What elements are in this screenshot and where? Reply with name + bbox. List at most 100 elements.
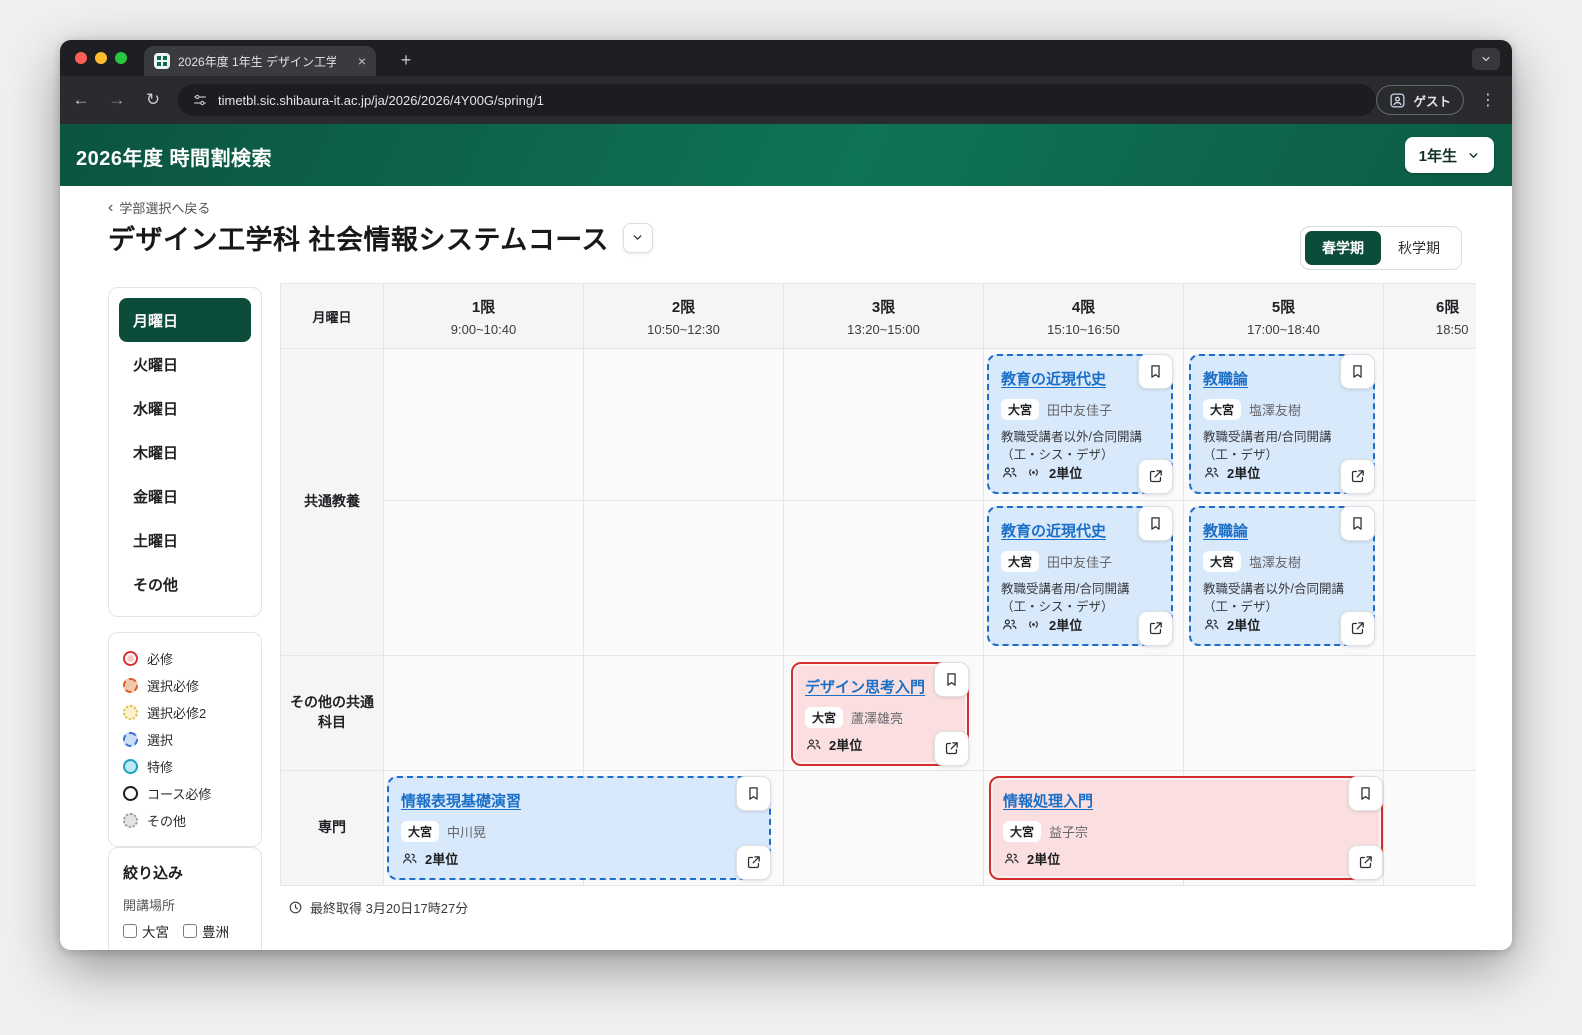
units-label: 2単位 [829,738,863,753]
tab-search-button[interactable] [1472,48,1500,70]
course-card[interactable]: デザイン思考入門 大宮 蘆澤雄亮 2単位 [791,662,969,766]
course-link[interactable]: 情報処理入門 [1003,790,1369,811]
course-card[interactable]: 情報表現基礎演習 大宮 中川晃 2単位 [387,776,771,880]
group-icon [1003,467,1017,478]
bookmark-icon [749,787,758,800]
url-text[interactable]: timetbl.sic.shibaura-it.ac.jp/ja/2026/20… [218,93,544,108]
new-tab-button[interactable]: + [392,46,420,74]
row-label-common: 共通教養 [281,349,384,656]
back-to-faculty-link[interactable]: ‹ 学部選択へ戻る [108,198,210,217]
course-card[interactable]: 教育の近現代史 大宮 田中友佳子 教職受講者用/合同開講 （工・シス・デザ） 2… [987,506,1173,646]
course-select-button[interactable] [622,222,653,253]
legend-label: その他 [147,814,187,829]
units-label: 2単位 [425,852,459,867]
legend-label: 必修 [147,652,174,667]
course-link[interactable]: 教職論 [1203,368,1361,389]
legend-special-icon [123,759,138,774]
bookmark-button[interactable] [1138,506,1173,541]
tab-fall-semester[interactable]: 秋学期 [1381,231,1457,265]
guest-avatar-icon [1390,92,1405,108]
external-link-button[interactable] [1348,845,1383,880]
group-icon [1005,853,1019,864]
maximize-window-button[interactable] [115,52,127,64]
timetable-cell [384,501,584,656]
course-card[interactable]: 情報処理入門 大宮 益子宗 2単位 [989,776,1383,880]
external-link-button[interactable] [1340,611,1375,646]
campus-badge: 大宮 [1001,399,1040,420]
course-note: 教職受講者用/合同開講 [1203,430,1332,444]
browser-menu-icon[interactable]: ⋮ [1480,85,1496,115]
reload-icon[interactable]: ↻ [138,85,168,115]
campus-badge: 大宮 [401,821,440,842]
timetable-cell [784,771,984,886]
course-link[interactable]: 教職論 [1203,520,1361,541]
minimize-window-button[interactable] [95,52,107,64]
course-note: （工・デザ） [1203,599,1279,614]
sidebar-item-thursday[interactable]: 木曜日 [119,430,251,474]
campus-badge: 大宮 [1001,551,1040,572]
course-link[interactable]: 教育の近現代史 [1001,520,1159,541]
bookmark-button[interactable] [1340,354,1375,389]
url-bar[interactable]: timetbl.sic.shibaura-it.ac.jp/ja/2026/20… [178,84,1376,116]
forward-icon[interactable]: → [102,85,132,115]
course-card[interactable]: 教育の近現代史 大宮 田中友佳子 教職受講者以外/合同開講 （工・シス・デザ） … [987,354,1173,494]
bookmark-button[interactable] [1138,354,1173,389]
bookmark-button[interactable] [1340,506,1375,541]
sidebar-item-monday[interactable]: 月曜日 [119,298,251,342]
group-icon [807,739,821,750]
bookmark-button[interactable] [1348,776,1383,811]
course-link[interactable]: デザイン思考入門 [805,676,955,697]
close-window-button[interactable] [75,52,87,64]
period-header-3: 3限 13:20~15:00 [784,284,984,349]
bookmark-icon [947,673,956,686]
browser-tab[interactable]: 2026年度 1年生 デザイン工学部 × [144,46,376,76]
period-header-4: 4限 15:10~16:50 [984,284,1184,349]
timetable-day-header: 月曜日 [281,284,384,349]
semester-toggle: 春学期 秋学期 [1300,226,1462,270]
external-link-icon [1149,622,1162,635]
checkbox-icon[interactable] [183,924,197,938]
tab-close-icon[interactable]: × [358,53,366,69]
external-link-button[interactable] [934,731,969,766]
sidebar-item-saturday[interactable]: 土曜日 [119,518,251,562]
sidebar-item-friday[interactable]: 金曜日 [119,474,251,518]
back-icon[interactable]: ← [66,85,96,115]
external-link-button[interactable] [1138,459,1173,494]
course-link[interactable]: 教育の近現代史 [1001,368,1159,389]
tab-title: 2026年度 1年生 デザイン工学部 [178,54,336,69]
checkbox-omiya[interactable]: 大宮 [123,921,169,941]
timetable-scroll-area[interactable]: 月曜日 1限 9:00~10:40 2限 10:50~12:30 3限 13:20~1… [280,283,1476,886]
filter-place-label: 開講場所 [123,898,176,913]
tab-spring-semester[interactable]: 春学期 [1305,231,1381,265]
teacher-name: 塩澤友樹 [1249,555,1302,570]
legend-label: コース必修 [147,787,212,802]
bookmark-button[interactable] [934,662,969,697]
course-card[interactable]: 教職論 大宮 塩澤友樹 教職受講者用/合同開講 （工・デザ） 2単位 [1189,354,1375,494]
timetable-cell [1184,656,1384,771]
course-note: （工・シス・デザ） [1001,599,1114,614]
bookmark-button[interactable] [736,776,771,811]
checkbox-toyosu[interactable]: 豊洲 [183,921,229,941]
sidebar-item-tuesday[interactable]: 火曜日 [119,342,251,386]
site-controls-icon[interactable] [192,92,208,108]
legend-elective-required2-icon [123,705,138,720]
grade-select-button[interactable]: 1年生 [1404,137,1494,173]
external-link-button[interactable] [1138,611,1173,646]
teacher-name: 中川晃 [447,825,487,840]
external-link-icon [1351,470,1364,483]
teacher-name: 蘆澤雄亮 [851,711,904,726]
chevron-down-icon [1469,152,1478,158]
sidebar-item-wednesday[interactable]: 水曜日 [119,386,251,430]
checkbox-icon[interactable] [123,924,137,938]
timetable-cell [784,349,984,501]
bookmark-icon [1151,365,1160,378]
timetable-cell [784,501,984,656]
sidebar-item-other[interactable]: その他 [119,562,251,606]
external-link-icon [1359,856,1372,869]
course-card[interactable]: 教職論 大宮 塩澤友樹 教職受講者以外/合同開講 （工・デザ） 2単位 [1189,506,1375,646]
external-link-button[interactable] [1340,459,1375,494]
course-link[interactable]: 情報表現基礎演習 [401,790,757,811]
group-icon [403,853,417,864]
profile-button[interactable]: ゲスト [1376,85,1464,115]
external-link-button[interactable] [736,845,771,880]
